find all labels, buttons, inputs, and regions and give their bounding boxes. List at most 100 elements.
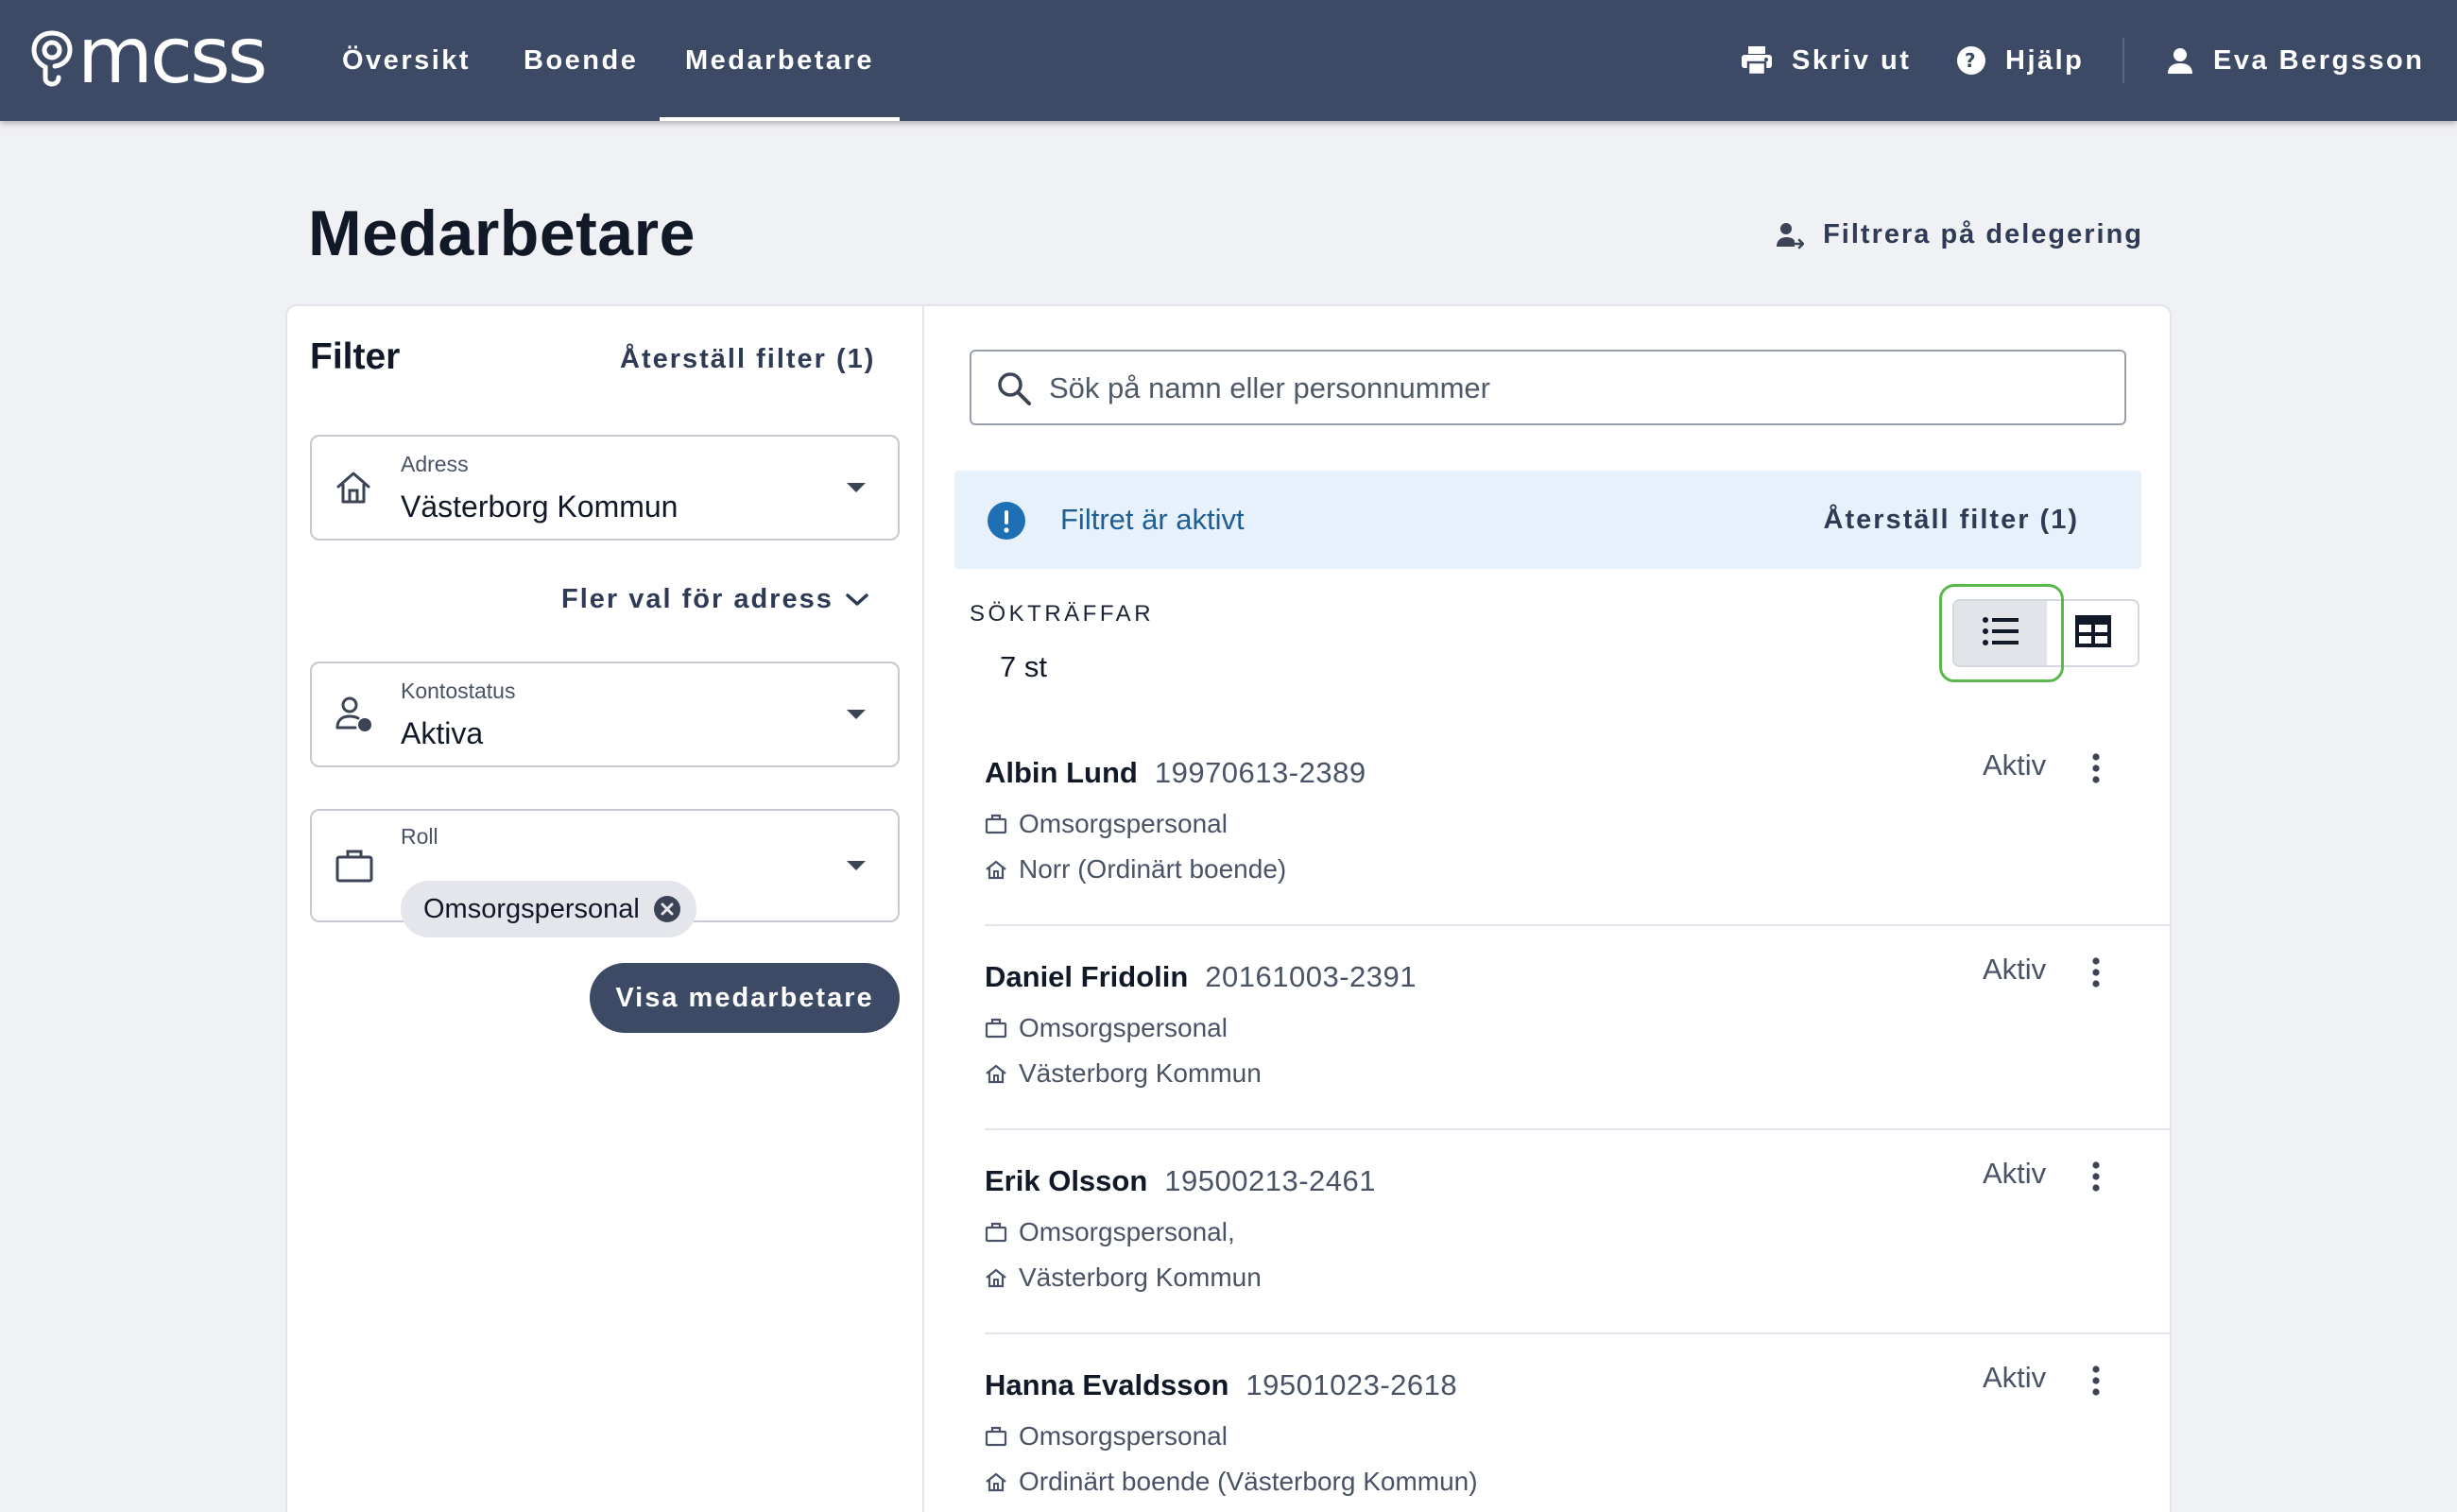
address-select-label: Adress bbox=[401, 452, 469, 476]
role-select-label: Roll bbox=[401, 824, 438, 849]
employee-row[interactable]: Hanna Evaldsson 19501023-2618 Omsorgspers… bbox=[985, 1361, 2172, 1501]
person-icon bbox=[2166, 46, 2194, 75]
cancel-circle-icon[interactable] bbox=[653, 895, 681, 923]
alert-message: Filtret är aktivt bbox=[1060, 503, 1245, 536]
search-hits-label: SÖKTRÄFFAR bbox=[970, 601, 1155, 627]
filter-delegation-button[interactable]: Filtrera på delegering bbox=[1776, 219, 2143, 250]
tab-label: Boende bbox=[524, 44, 639, 76]
briefcase-icon bbox=[985, 814, 1007, 834]
exclamation-circle-icon bbox=[987, 501, 1026, 541]
user-name: Eva Bergsson bbox=[2213, 44, 2425, 76]
employee-address: Västerborg Kommun bbox=[985, 1263, 1262, 1293]
account-status-value: Aktiva bbox=[401, 716, 484, 750]
tab-boende[interactable]: Boende bbox=[524, 0, 638, 121]
tab-label: Översikt bbox=[342, 44, 472, 76]
help-button[interactable]: ? Hjälp bbox=[1956, 0, 2084, 121]
top-navigation-bar: mcss Översikt Boende Medarbetare Skriv u… bbox=[0, 0, 2457, 121]
row-divider bbox=[985, 924, 2172, 926]
home-icon bbox=[985, 1471, 1007, 1492]
page-title: Medarbetare bbox=[308, 198, 696, 269]
search-hits-count: 7 st bbox=[1000, 650, 1047, 683]
briefcase-icon bbox=[985, 1426, 1007, 1447]
app-logo[interactable]: mcss bbox=[30, 18, 267, 98]
employee-role-label: Omsorgspersonal bbox=[1019, 1421, 1228, 1451]
svg-text:?: ? bbox=[1965, 49, 1978, 72]
address-select-value: Västerborg Kommun bbox=[401, 490, 679, 524]
row-divider bbox=[985, 1128, 2172, 1130]
employee-row[interactable]: Daniel Fridolin 20161003-2391 Omsorgspers… bbox=[985, 953, 2172, 1164]
row-divider bbox=[985, 1332, 2172, 1334]
help-label: Hjälp bbox=[2005, 44, 2085, 76]
more-address-label: Fler val för adress bbox=[561, 584, 833, 614]
briefcase-icon bbox=[985, 1222, 1007, 1243]
role-chip: Omsorgspersonal bbox=[401, 881, 696, 937]
employee-address-label: Västerborg Kommun bbox=[1019, 1058, 1262, 1088]
briefcase-icon bbox=[985, 1018, 1007, 1039]
employee-name-line: Daniel Fridolin 20161003-2391 bbox=[985, 960, 1417, 994]
employee-personal-number: 20161003-2391 bbox=[1205, 960, 1418, 993]
employee-name: Albin Lund bbox=[985, 756, 1138, 789]
filter-active-alert: Filtret är aktivt Återställ filter (1) bbox=[954, 471, 2141, 569]
employee-address: Norr (Ordinärt boende) bbox=[985, 854, 1286, 885]
printer-icon bbox=[1741, 45, 1773, 76]
employee-status: Aktiv bbox=[1983, 748, 2047, 782]
chevron-down-icon bbox=[847, 861, 866, 870]
tab-oversikt[interactable]: Översikt bbox=[342, 0, 471, 121]
chevron-down-icon bbox=[847, 710, 866, 719]
more-vertical-icon[interactable] bbox=[2090, 1160, 2102, 1193]
print-button[interactable]: Skriv ut bbox=[1741, 0, 1911, 121]
chevron-down-icon bbox=[847, 483, 866, 492]
briefcase-icon bbox=[335, 848, 374, 884]
search-icon bbox=[996, 370, 1032, 406]
employee-name: Erik Olsson bbox=[985, 1164, 1148, 1197]
logo-wordmark: mcss bbox=[77, 11, 267, 101]
filter-reset-link[interactable]: Återställ filter (1) bbox=[620, 344, 875, 375]
employee-row[interactable]: Erik Olsson 19500213-2461 Omsorgspersonal… bbox=[985, 1157, 2172, 1368]
employee-name-line: Albin Lund 19970613-2389 bbox=[985, 756, 1366, 790]
employee-row[interactable]: Albin Lund 19970613-2389 Omsorgspersonal … bbox=[985, 748, 2172, 960]
employee-status: Aktiv bbox=[1983, 1361, 2047, 1394]
more-vertical-icon[interactable] bbox=[2090, 752, 2102, 784]
chevron-down-icon bbox=[845, 592, 869, 609]
card-divider bbox=[922, 304, 924, 1512]
tab-label: Medarbetare bbox=[685, 44, 874, 76]
home-icon bbox=[985, 1063, 1007, 1084]
show-employees-button[interactable]: Visa medarbetare bbox=[590, 963, 900, 1033]
employee-role: Omsorgspersonal, bbox=[985, 1217, 1235, 1247]
employee-role-label: Omsorgspersonal bbox=[1019, 1013, 1228, 1042]
search-input[interactable] bbox=[1049, 365, 2088, 412]
employee-status: Aktiv bbox=[1983, 1157, 2047, 1190]
table-icon bbox=[2075, 614, 2111, 652]
employee-name: Daniel Fridolin bbox=[985, 960, 1189, 993]
employee-name: Hanna Evaldsson bbox=[985, 1368, 1229, 1401]
more-vertical-icon[interactable] bbox=[2090, 1365, 2102, 1397]
employee-name-line: Hanna Evaldsson 19501023-2618 bbox=[985, 1368, 1457, 1402]
person-arrow-icon bbox=[1776, 221, 1805, 249]
employee-role: Omsorgspersonal bbox=[985, 809, 1228, 839]
employee-role: Omsorgspersonal bbox=[985, 1421, 1228, 1452]
employee-address-label: Ordinärt boende (Västerborg Kommun) bbox=[1019, 1467, 1478, 1496]
more-address-options-toggle[interactable]: Fler val för adress bbox=[561, 584, 869, 615]
person-status-icon bbox=[335, 696, 374, 733]
employee-role-label: Omsorgspersonal, bbox=[1019, 1217, 1235, 1246]
address-select[interactable]: Adress Västerborg Kommun bbox=[310, 435, 900, 541]
account-status-label: Kontostatus bbox=[401, 679, 516, 703]
account-status-select[interactable]: Kontostatus Aktiva bbox=[310, 662, 900, 767]
home-icon bbox=[335, 470, 372, 506]
tab-medarbetare[interactable]: Medarbetare bbox=[660, 0, 900, 121]
filter-title: Filter bbox=[310, 336, 401, 377]
employee-address-label: Norr (Ordinärt boende) bbox=[1019, 854, 1287, 884]
more-vertical-icon[interactable] bbox=[2090, 956, 2102, 988]
employee-address-label: Västerborg Kommun bbox=[1019, 1263, 1262, 1292]
alert-reset-link[interactable]: Återställ filter (1) bbox=[1824, 505, 2079, 536]
employee-address: Ordinärt boende (Västerborg Kommun) bbox=[985, 1467, 1478, 1497]
home-icon bbox=[985, 859, 1007, 880]
print-label: Skriv ut bbox=[1792, 44, 1912, 76]
employee-personal-number: 19970613-2389 bbox=[1154, 756, 1366, 789]
search-box bbox=[970, 350, 2126, 425]
employee-role-label: Omsorgspersonal bbox=[1019, 809, 1228, 838]
employee-status: Aktiv bbox=[1983, 953, 2047, 986]
user-menu-button[interactable]: Eva Bergsson bbox=[2166, 0, 2424, 121]
employee-role: Omsorgspersonal bbox=[985, 1013, 1228, 1043]
role-select[interactable]: Roll Omsorgspersonal bbox=[310, 809, 900, 937]
